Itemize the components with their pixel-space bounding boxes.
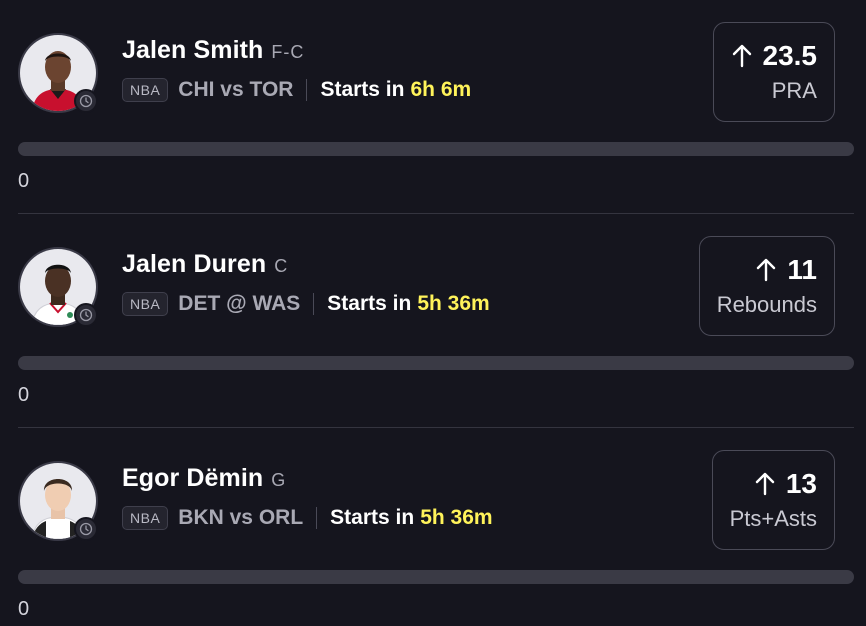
line-value: 11 [787,254,817,285]
line-value: 13 [785,468,817,499]
game-info: NBA BKN vs ORL Starts in 5h 36m [122,506,493,530]
game-info: NBA CHI vs TOR Starts in 6h 6m [122,78,471,102]
league-badge: NBA [122,78,169,102]
clock-icon [74,89,98,113]
player-position: C [274,256,289,276]
projection-line-button[interactable]: 11 Rebounds [698,236,835,336]
player-heading: Jalen Duren C [122,250,288,279]
player-name: Jalen Smith [122,36,264,64]
divider [306,79,308,101]
arrow-up-icon [755,472,775,496]
divider [313,293,315,315]
projection-line-button[interactable]: 13 Pts+Asts [711,450,835,550]
player-name: Egor Dëmin [122,464,264,492]
stat-label: Rebounds [716,292,817,317]
projections-list: Jalen Smith F-C NBA CHI vs TOR Starts in… [0,0,866,626]
starts-label: Starts in [330,506,415,529]
progress-bar [18,142,854,156]
matchup: BKN vs ORL [178,506,304,529]
clock-icon [74,517,98,541]
player-avatar[interactable] [18,247,98,327]
stat-label: PRA [771,78,817,103]
stat-label: Pts+Asts [729,506,817,531]
starts-label: Starts in [327,292,412,315]
player-heading: Jalen Smith F-C [122,36,304,65]
league-badge: NBA [122,506,169,530]
clock-icon [74,303,98,327]
progress-bar [18,570,854,584]
player-avatar[interactable] [18,33,98,113]
projection-card[interactable]: Egor Dëmin G NBA BKN vs ORL Starts in 5h… [0,428,866,626]
progress-count: 0 [18,170,30,192]
starts-time: 6h 6m [410,78,472,101]
player-position: F-C [271,42,305,62]
progress-count: 0 [18,598,30,620]
line-value: 23.5 [762,40,818,71]
starts-label: Starts in [320,78,405,101]
player-avatar[interactable] [18,461,98,541]
game-info: NBA DET @ WAS Starts in 5h 36m [122,292,490,316]
starts-time: 5h 36m [417,292,490,315]
projection-card[interactable]: Jalen Duren C NBA DET @ WAS Starts in 5h… [0,214,866,428]
arrow-up-icon [757,258,776,282]
player-name: Jalen Duren [122,250,267,278]
progress-bar [18,356,854,370]
divider [316,507,318,529]
projection-line-button[interactable]: 23.5 PRA [712,22,835,122]
arrow-up-icon [732,44,751,68]
league-badge: NBA [122,292,169,316]
projection-card[interactable]: Jalen Smith F-C NBA CHI vs TOR Starts in… [0,0,866,214]
matchup: CHI vs TOR [178,78,294,101]
matchup: DET @ WAS [178,292,301,315]
starts-time: 5h 36m [420,506,493,529]
player-position: G [271,470,287,490]
player-heading: Egor Dëmin G [122,464,286,493]
progress-count: 0 [18,384,30,406]
